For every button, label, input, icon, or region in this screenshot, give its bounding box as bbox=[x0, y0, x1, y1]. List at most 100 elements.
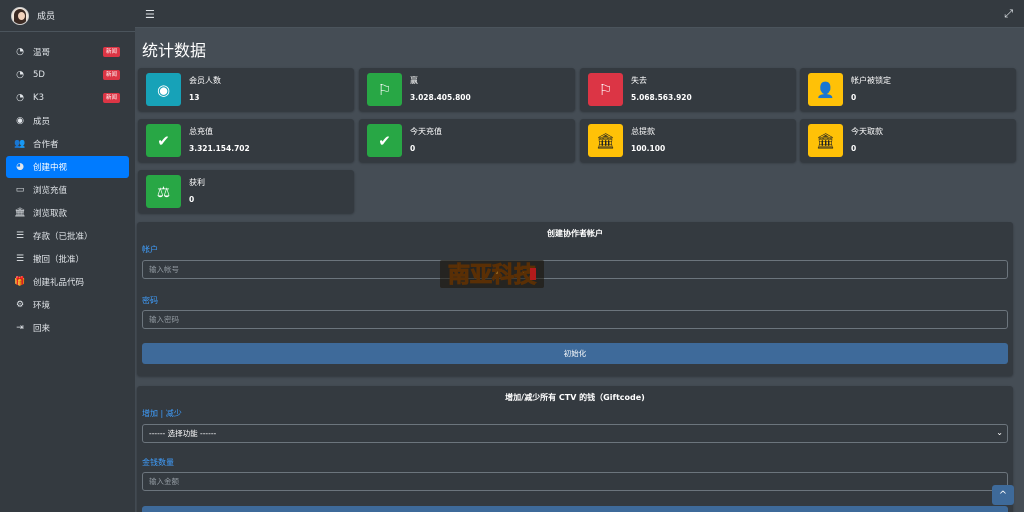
stat-label: 今天取款 bbox=[851, 127, 883, 136]
stat-value: 13 bbox=[189, 93, 200, 102]
select-value: ------ 选择功能 ------ bbox=[149, 429, 217, 438]
stat-value: 0 bbox=[851, 144, 857, 153]
sign-out-icon: ⇥ bbox=[16, 323, 24, 333]
create-collaborator-card: 创建协作者帐户 帐户 密码 初始化 bbox=[137, 222, 1013, 376]
stat-box: ⚐ 赢 3.028.405.800 bbox=[359, 68, 575, 111]
new-badge: 新闻 bbox=[102, 93, 120, 103]
list-icon: ☰ bbox=[15, 231, 25, 241]
sidebar-item[interactable]: 🏛 浏览取款 bbox=[6, 202, 129, 224]
pie-chart-icon: ◕ bbox=[16, 162, 24, 172]
stat-label: 总充值 bbox=[189, 127, 213, 136]
menu-toggle-icon[interactable]: ☰ bbox=[145, 8, 155, 21]
new-badge: 新闻 bbox=[102, 70, 120, 80]
flag-icon: ⚐ bbox=[588, 73, 623, 106]
gift-icon: 🎁 bbox=[14, 277, 26, 287]
card-title: 增加/减少所有 CTV 的钱（Giftcode) bbox=[505, 393, 645, 402]
amount-input[interactable] bbox=[142, 472, 1008, 491]
top-navbar: ☰ ⤢ bbox=[135, 0, 1024, 28]
sidebar-item-label: 创建礼品代码 bbox=[33, 278, 85, 288]
stat-label: 获利 bbox=[189, 178, 205, 187]
stat-value: 0 bbox=[189, 195, 195, 204]
sidebar-item[interactable]: ⇥ 回来 bbox=[6, 317, 129, 339]
sidebar-item[interactable]: ◔ 温哥 新闻 bbox=[6, 41, 129, 63]
stat-box: ✔ 总充值 3.321.154.702 bbox=[138, 119, 354, 162]
user-circle-icon: ◉ bbox=[16, 116, 24, 126]
giftcode-card: 增加/减少所有 CTV 的钱（Giftcode) 增加 | 减少 ------ … bbox=[137, 386, 1013, 512]
stat-label: 会员人数 bbox=[189, 76, 221, 85]
brand[interactable]: 成员 bbox=[0, 0, 135, 32]
logo-text: 南亚科技 bbox=[448, 262, 537, 288]
stat-value: 0 bbox=[851, 93, 857, 102]
gear-icon: ⚙ bbox=[15, 300, 25, 310]
sidebar-item[interactable]: ⚙ 环境 bbox=[6, 294, 129, 316]
user-circle-icon: ◉ bbox=[146, 73, 181, 106]
avatar bbox=[11, 6, 29, 25]
function-select[interactable]: ------ 选择功能 ------ ⌄ bbox=[142, 424, 1008, 443]
sidebar-nav: ◔ 温哥 新闻 ◔ 5D 新闻 ◔ K3 新闻 ◉ 成员 👥 合作者 ◕ 创建中视 ▭ 浏览充值 🏛 浏览取款 ☰ 存款… bbox=[0, 32, 135, 339]
initialize-button[interactable]: 初始化 bbox=[142, 343, 1008, 364]
card-title: 创建协作者帐户 bbox=[547, 229, 603, 238]
check-icon: ✔ bbox=[146, 124, 181, 157]
flag-icon: ⚐ bbox=[367, 73, 402, 106]
scroll-to-top-button[interactable]: ^ bbox=[992, 485, 1014, 505]
balance-scale-icon: ⚖ bbox=[146, 175, 181, 208]
sidebar-item-label: 成员 bbox=[33, 117, 51, 127]
giftcode-submit-button[interactable] bbox=[142, 506, 1008, 512]
stat-box: ◉ 会员人数 13 bbox=[138, 68, 354, 111]
sidebar-item[interactable]: ▭ 浏览充值 bbox=[6, 179, 129, 201]
sidebar-item-label: 回来 bbox=[33, 324, 51, 334]
stat-value: 100.100 bbox=[631, 144, 666, 153]
sidebar-item-label: 温哥 bbox=[33, 48, 51, 58]
sidebar-item-label: 创建中视 bbox=[33, 163, 68, 173]
credit-card-icon: ▭ bbox=[15, 185, 25, 195]
password-input[interactable] bbox=[142, 310, 1008, 329]
mode-label: 增加 | 减少 bbox=[142, 409, 182, 418]
sidebar: 成员 ◔ 温哥 新闻 ◔ 5D 新闻 ◔ K3 新闻 ◉ 成员 👥 合作者 ◕ 创建中视 ▭ 浏览充值 🏛 浏览取款… bbox=[0, 0, 135, 512]
sidebar-item-label: 合作者 bbox=[33, 140, 59, 150]
sidebar-item-label: 存款（已批准） bbox=[33, 232, 93, 242]
brand-logo: 南亚科技 bbox=[440, 258, 544, 290]
sidebar-item-label: K3 bbox=[33, 93, 44, 103]
stat-label: 赢 bbox=[410, 76, 418, 85]
sidebar-item[interactable]: 👥 合作者 bbox=[6, 133, 129, 155]
sidebar-item-label: 环境 bbox=[33, 301, 51, 311]
amount-label: 金钱数量 bbox=[142, 458, 174, 467]
gauge-icon: ◔ bbox=[16, 70, 24, 80]
sidebar-item[interactable]: ◔ 5D 新闻 bbox=[6, 64, 129, 86]
user-lock-icon: 👤 bbox=[808, 73, 843, 106]
stat-label: 失去 bbox=[631, 76, 647, 85]
gauge-icon: ◔ bbox=[16, 93, 24, 103]
stat-label: 今天充值 bbox=[410, 127, 442, 136]
fullscreen-icon[interactable]: ⤢ bbox=[1004, 7, 1013, 21]
stat-value: 3.321.154.702 bbox=[189, 144, 250, 153]
sidebar-item[interactable]: ☰ 撤回（批准） bbox=[6, 248, 129, 270]
sidebar-item[interactable]: ☰ 存款（已批准） bbox=[6, 225, 129, 247]
sidebar-item[interactable]: ◔ K3 新闻 bbox=[6, 87, 129, 109]
stat-box: ⚖ 获利 0 bbox=[138, 170, 354, 213]
password-label: 密码 bbox=[142, 296, 158, 305]
new-badge: 新闻 bbox=[102, 47, 120, 57]
account-label: 帐户 bbox=[142, 245, 158, 254]
sidebar-item[interactable]: ◕ 创建中视 bbox=[6, 156, 129, 178]
users-icon: 👥 bbox=[14, 139, 26, 149]
stat-label: 总提款 bbox=[631, 127, 655, 136]
sidebar-item[interactable]: ◉ 成员 bbox=[6, 110, 129, 132]
sidebar-item-label: 浏览充值 bbox=[33, 186, 68, 196]
sidebar-item-label: 浏览取款 bbox=[33, 209, 68, 219]
stat-box: ⚐ 失去 5.068.563.920 bbox=[580, 68, 796, 111]
bank-icon: 🏛 bbox=[14, 208, 26, 218]
sidebar-item[interactable]: 🎁 创建礼品代码 bbox=[6, 271, 129, 293]
stat-label: 帐户被锁定 bbox=[851, 76, 891, 85]
gauge-icon: ◔ bbox=[16, 47, 24, 57]
account-input[interactable] bbox=[142, 260, 1008, 279]
stat-value: 5.068.563.920 bbox=[631, 93, 692, 102]
bank-icon: 🏛 bbox=[588, 124, 623, 157]
bank-icon: 🏛 bbox=[808, 124, 843, 157]
stat-value: 3.028.405.800 bbox=[410, 93, 471, 102]
stat-box: 👤 帐户被锁定 0 bbox=[800, 68, 1016, 111]
chevron-down-icon: ⌄ bbox=[996, 428, 1003, 437]
stat-box: ✔ 今天充值 0 bbox=[359, 119, 575, 162]
check-icon: ✔ bbox=[367, 124, 402, 157]
brand-label: 成员 bbox=[37, 12, 56, 22]
stat-box: 🏛 今天取款 0 bbox=[800, 119, 1016, 162]
